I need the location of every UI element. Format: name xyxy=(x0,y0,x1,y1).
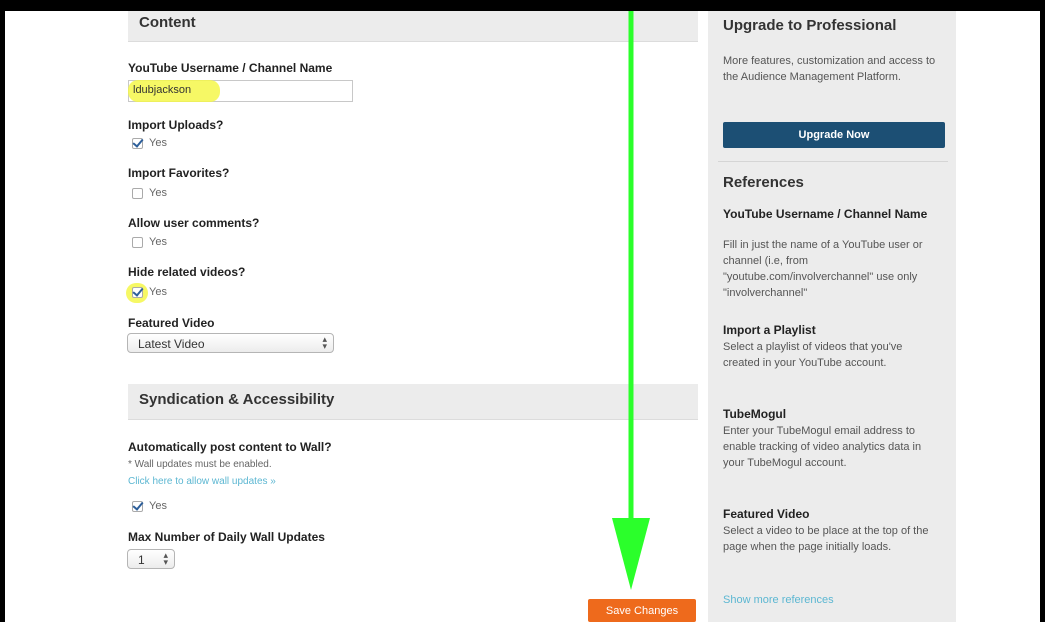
auto-post-option[interactable]: Yes xyxy=(132,500,167,512)
upgrade-now-button[interactable]: Upgrade Now xyxy=(723,122,945,148)
allow-wall-updates-link[interactable]: Click here to allow wall updates » xyxy=(128,476,276,487)
username-label: YouTube Username / Channel Name xyxy=(128,61,333,75)
allow-comments-checkbox[interactable] xyxy=(132,236,143,248)
select-arrows-icon: ▴ ▾ xyxy=(322,334,327,351)
import-favorites-checkbox[interactable] xyxy=(132,187,143,199)
max-updates-label: Max Number of Daily Wall Updates xyxy=(128,530,325,544)
reference-title: YouTube Username / Channel Name xyxy=(723,207,928,221)
wall-updates-note: * Wall updates must be enabled. xyxy=(128,459,272,470)
save-changes-button[interactable]: Save Changes xyxy=(588,599,696,622)
import-favorites-option-label: Yes xyxy=(149,187,167,199)
sidebar: Upgrade to Professional More features, c… xyxy=(708,11,956,622)
sidebar-divider xyxy=(718,161,948,162)
content-section-title: Content xyxy=(139,14,196,31)
featured-video-label: Featured Video xyxy=(128,316,215,330)
username-value: ldubjackson xyxy=(133,84,192,96)
upgrade-title: Upgrade to Professional xyxy=(723,17,897,34)
reference-title: TubeMogul xyxy=(723,407,787,421)
featured-video-select[interactable]: Latest Video ▴ ▾ xyxy=(127,333,334,353)
syndication-section-title: Syndication & Accessibility xyxy=(139,391,335,408)
select-arrows-icon: ▴ ▾ xyxy=(163,550,168,567)
settings-frame: Content YouTube Username / Channel Name … xyxy=(5,11,1040,622)
hide-related-option-label: Yes xyxy=(149,286,167,298)
import-uploads-option-label: Yes xyxy=(149,137,167,149)
allow-comments-label: Allow user comments? xyxy=(128,216,260,230)
content-section-header: Content xyxy=(128,11,698,42)
auto-post-label: Automatically post content to Wall? xyxy=(128,440,332,454)
allow-comments-option[interactable]: Yes xyxy=(132,236,167,248)
references-title: References xyxy=(723,174,804,191)
hide-related-checkbox[interactable] xyxy=(132,286,143,298)
import-uploads-label: Import Uploads? xyxy=(128,118,224,132)
reference-title: Featured Video xyxy=(723,507,810,521)
show-more-references-link[interactable]: Show more references xyxy=(723,594,834,606)
reference-text: Enter your TubeMogul email address to en… xyxy=(723,425,922,469)
max-updates-value: 1 xyxy=(138,553,145,567)
reference-text: Select a video to be place at the top of… xyxy=(723,525,929,553)
import-uploads-option[interactable]: Yes xyxy=(132,137,167,149)
hide-related-option[interactable]: Yes xyxy=(132,286,167,298)
import-uploads-checkbox[interactable] xyxy=(132,137,143,149)
import-favorites-label: Import Favorites? xyxy=(128,166,230,180)
auto-post-option-label: Yes xyxy=(149,500,167,512)
import-favorites-option[interactable]: Yes xyxy=(132,187,167,199)
reference-title: Import a Playlist xyxy=(723,323,816,337)
hide-related-label: Hide related videos? xyxy=(128,265,246,279)
featured-video-value: Latest Video xyxy=(138,337,205,351)
reference-text: Select a playlist of videos that you've … xyxy=(723,341,903,369)
syndication-section-header: Syndication & Accessibility xyxy=(128,384,698,420)
auto-post-checkbox[interactable] xyxy=(132,500,143,512)
max-updates-select[interactable]: 1 ▴ ▾ xyxy=(127,549,175,569)
upgrade-text: More features, customization and access … xyxy=(723,55,936,83)
reference-text: Fill in just the name of a YouTube user … xyxy=(723,239,923,299)
allow-comments-option-label: Yes xyxy=(149,236,167,248)
